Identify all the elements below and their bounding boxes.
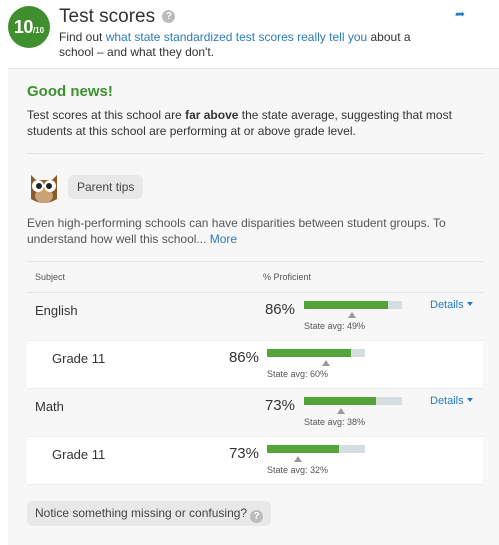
parent-tips-text: Even high-performing schools can have di… (27, 215, 467, 247)
percent-proficient: 86% (228, 349, 259, 366)
details-dropdown[interactable]: Details (430, 299, 473, 311)
state-average-marker (348, 312, 357, 318)
state-average-label: State avg: 60% (267, 369, 329, 379)
more-link[interactable]: More (210, 232, 237, 246)
proficiency-bar (267, 349, 365, 357)
share-arrow-icon: ➦ (455, 7, 466, 21)
share-button[interactable]: ➦ (455, 7, 466, 21)
column-subject: Subject (35, 272, 66, 282)
state-average-label: State avg: 32% (267, 465, 329, 475)
row-label: Grade 11 (52, 447, 106, 462)
state-average-marker (321, 360, 330, 366)
proficiency-bar-fill (304, 397, 376, 405)
details-label: Details (430, 395, 464, 407)
divider (27, 153, 483, 154)
owl-icon (31, 175, 57, 203)
header: 10/10 Test scores ? Find out what state … (0, 0, 499, 68)
state-average-marker (337, 408, 346, 414)
scores-explanation-link[interactable]: what state standardized test scores real… (106, 30, 367, 44)
question-circle-icon: ? (250, 510, 264, 523)
proficiency-bar-fill (267, 349, 352, 357)
proficiency-bar-fill (267, 445, 339, 453)
row-label: English (35, 303, 78, 318)
rating-badge: 10/10 (8, 6, 50, 48)
proficiency-bar-fill (304, 301, 389, 309)
summary-text-pre: Test scores at this school are (27, 108, 186, 122)
table-body: English 86% State avg: 49% Details Grade 11 8… (27, 293, 483, 485)
row-label: Grade 11 (52, 351, 106, 366)
table-header: Subject % Proficient (27, 261, 483, 293)
state-average-label: State avg: 38% (304, 417, 366, 427)
state-average-label: State avg: 49% (304, 321, 366, 331)
summary-text-bold: far above (185, 108, 239, 122)
section-subtitle: Find out what state standardized test sc… (59, 30, 419, 60)
column-proficient: % Proficient (263, 272, 312, 282)
caret-down-icon (466, 398, 473, 402)
feedback-label: Notice something missing or confusing? (35, 506, 248, 520)
section-title: Test scores ? (59, 6, 176, 28)
parent-tips-button[interactable]: Parent tips (68, 175, 144, 199)
test-scores-panel: Good news! Test scores at this school ar… (8, 68, 499, 545)
subtitle-pre: Find out (59, 30, 106, 44)
section-title-text: Test scores (59, 6, 156, 27)
percent-proficient: 73% (264, 397, 295, 414)
caret-down-icon (466, 302, 473, 306)
scores-table: Subject % Proficient English 86% State avg… (27, 261, 483, 485)
proficiency-bar (304, 397, 402, 405)
percent-proficient: 86% (264, 301, 295, 318)
question-circle-icon[interactable]: ? (162, 10, 176, 23)
summary-text: Test scores at this school are far above… (27, 107, 477, 139)
proficiency-bar (267, 445, 365, 453)
table-row: Grade 11 86% State avg: 60% (27, 341, 483, 389)
table-row: English 86% State avg: 49% Details (27, 293, 483, 341)
row-label: Math (35, 399, 64, 414)
percent-proficient: 73% (228, 445, 259, 462)
details-dropdown[interactable]: Details (430, 395, 473, 407)
state-average-marker (294, 456, 303, 462)
feedback-button[interactable]: Notice something missing or confusing?? (27, 501, 272, 526)
rating-value: 10 (13, 17, 34, 37)
proficiency-bar (304, 301, 402, 309)
details-label: Details (430, 299, 464, 311)
rating-scale: /10 (32, 26, 45, 35)
table-row: Grade 11 73% State avg: 32% (27, 437, 483, 485)
table-row: Math 73% State avg: 38% Details (27, 389, 483, 437)
summary-heading: Good news! (27, 83, 113, 100)
